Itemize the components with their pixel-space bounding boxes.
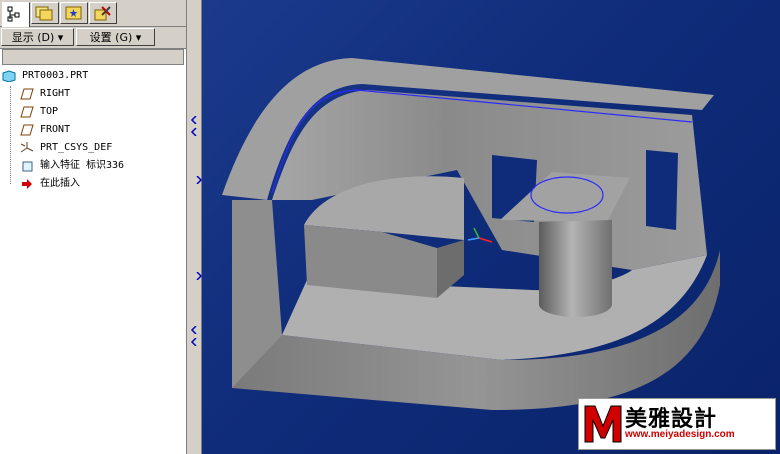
tree-root-label: PRT0003.PRT (22, 70, 89, 81)
tree-item-label: FRONT (40, 124, 71, 135)
tree-item-label: RIGHT (40, 88, 71, 99)
model-tree-icon (7, 6, 20, 22)
chevron-left-icon[interactable] (190, 326, 198, 334)
tree-filter-field[interactable] (2, 49, 184, 65)
tab-favorites[interactable] (60, 2, 88, 24)
navigator-tabbar (0, 0, 186, 27)
settings-menu-button[interactable]: 设置 (G) ▾ (76, 28, 155, 46)
tree-item-label: TOP (40, 106, 59, 117)
chevron-left-icon[interactable] (190, 116, 198, 124)
chevron-left-icon[interactable] (190, 128, 198, 136)
chevron-left-icon[interactable] (190, 338, 198, 346)
tools-icon (94, 6, 111, 21)
settings-menu-label: 设置 (G) (89, 31, 133, 44)
panel-splitter[interactable] (187, 0, 203, 454)
display-menu-button[interactable]: 显示 (D) ▾ (1, 28, 74, 46)
tab-model-tree[interactable] (2, 2, 30, 27)
insert-here-arrow-icon (22, 179, 32, 189)
tree-item-label: 输入特征 标识336 (40, 160, 125, 171)
display-menu-label: 显示 (D) (11, 31, 55, 44)
watermark-logo: 美雅設計 www.meiyadesign.com (578, 398, 776, 450)
tree-item-label: PRT_CSYS_DEF (40, 142, 113, 153)
model-tree-panel: 显示 (D) ▾ 设置 (G) ▾ PRT0003.PRT RIGHT TOP … (0, 0, 187, 454)
tree-connector-line (10, 86, 11, 184)
datum-plane-icon (20, 88, 34, 100)
folder-browser-icon (35, 6, 53, 21)
part-3d-model (222, 58, 720, 410)
model-window-right (646, 150, 678, 230)
watermark-url: www.meiyadesign.com (625, 429, 735, 440)
tab-folder-browser[interactable] (31, 2, 59, 24)
chevron-down-icon: ▾ (57, 31, 64, 44)
coordinate-system-icon (20, 142, 34, 153)
part-icon (2, 70, 16, 82)
import-feature-icon (22, 161, 33, 172)
model-cylinder (539, 220, 612, 318)
graphics-viewport[interactable]: 美雅設計 www.meiyadesign.com (202, 0, 780, 454)
tab-tools[interactable] (89, 2, 117, 24)
favorites-icon (65, 6, 82, 20)
tree-menubar: 显示 (D) ▾ 设置 (G) ▾ (0, 27, 186, 49)
tree-item-label: 在此插入 (40, 178, 80, 189)
chevron-down-icon: ▾ (135, 31, 142, 44)
datum-plane-icon (20, 124, 34, 136)
datum-plane-icon (20, 106, 34, 118)
logo-m-mark (584, 405, 622, 443)
coordinate-system-marker (467, 227, 493, 243)
